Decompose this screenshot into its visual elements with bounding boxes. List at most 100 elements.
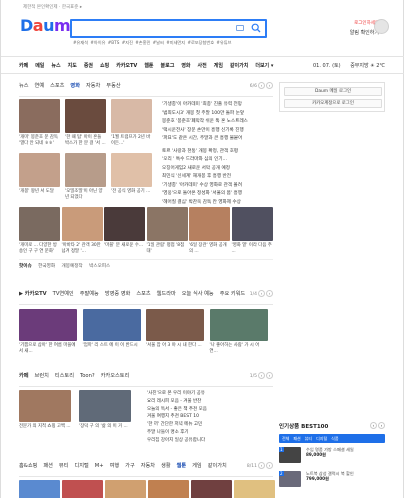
gnb-item[interactable]: 블로그	[161, 63, 175, 69]
gnb-item[interactable]: 카카오TV	[116, 63, 137, 69]
section-tab[interactable]: 카페	[19, 373, 29, 379]
news-caption[interactable]: '6일 장관' 영화 공개 의 ...	[189, 243, 230, 254]
section-tab[interactable]: 웹툰	[177, 463, 187, 469]
section-tab[interactable]: 홈&쇼핑	[19, 463, 37, 469]
news-thumb[interactable]: '1월 트럼프가 2년 바이든...'	[111, 99, 152, 146]
daum-logo[interactable]: Daum	[20, 18, 71, 34]
news-image[interactable]	[104, 207, 145, 241]
news-thumb[interactable]: '개미로 ... 다양한 방송인 구 구 연 문화'	[19, 207, 60, 254]
news-image[interactable]	[111, 99, 152, 133]
gnb-item[interactable]: 지도	[68, 63, 77, 69]
search-button[interactable]	[251, 23, 261, 34]
blog-image[interactable]	[19, 390, 71, 422]
shop-thumb[interactable]	[62, 480, 103, 498]
news-headline[interactable]: '범죄도시3' 개봉 첫 주말 100만 돌파 눈앞	[162, 110, 273, 119]
news-thumb[interactable]: '마블' 분 새로운 수...	[104, 207, 145, 249]
news-headline[interactable]: '파묘'도 같은 시간, 주말과 큰 흥행 불붙어	[162, 135, 273, 144]
kakaotv-logo[interactable]: ▶ 카카오TV	[19, 291, 47, 297]
shop-thumb[interactable]	[191, 480, 232, 498]
weather-widget[interactable]: 중부지방 ☀ 2℃	[350, 63, 385, 69]
news-image[interactable]	[19, 207, 60, 241]
news-caption[interactable]: '아바타 2' 관객 30만 넘겨 정말 '...	[62, 243, 103, 254]
daum-login-button[interactable]: Daum 메일 로그인	[284, 87, 382, 96]
section-tab[interactable]: 부동산	[106, 83, 120, 89]
gnb-item[interactable]: 게임	[214, 63, 223, 69]
blog-post-link[interactable]: 요리 레시피 모음 - 겨울 반찬	[147, 398, 273, 406]
search-hashtags[interactable]: #유재석 #아이유 #BTS #지진 #손흥민 #날씨 #미세먼지 #로또당첨번…	[73, 40, 231, 46]
news-image[interactable]	[146, 207, 188, 241]
section-tab[interactable]: 패션	[43, 463, 53, 469]
tv-image[interactable]	[209, 309, 268, 341]
prev-icon[interactable]: ‹	[258, 462, 265, 469]
tv-caption[interactable]: '기쁨으로 삼아' 한 여름 마을에서 새...	[19, 343, 77, 354]
news-image[interactable]	[65, 99, 106, 133]
tv-caption[interactable]: '엄마' 리 스트 에 이 이 반드시	[83, 343, 141, 349]
login-link[interactable]: 로그인하세요	[319, 20, 379, 26]
blog-post-link[interactable]: '사진'으로 본 우리 이야기 공유	[147, 390, 273, 398]
blog-card[interactable]: '장덕 구 의 '삶 의 이 거 ...	[79, 390, 131, 430]
section-tab[interactable]: 티스토리	[55, 373, 74, 379]
section-tab[interactable]: 주말예능	[80, 291, 99, 297]
gnb-item[interactable]: 메일	[35, 63, 44, 69]
section-tab[interactable]: 뉴스	[19, 83, 29, 89]
section-tab[interactable]: 가구	[125, 463, 135, 469]
product-text[interactable]: 노트북 삼성 갤럭시 북 할인 799,000원	[306, 471, 384, 481]
prev-icon[interactable]: ‹	[370, 422, 377, 429]
section-tab[interactable]: 같이가치	[208, 463, 227, 469]
section-tab[interactable]: 방영중 영화	[105, 291, 131, 297]
news-caption[interactable]: '1일 관람' 평점 '8점대'	[147, 243, 188, 254]
prev-icon[interactable]: ‹	[258, 372, 265, 379]
news-caption[interactable]: '마블' 분 새로운 수...	[104, 243, 145, 249]
section-tab[interactable]: 영화	[70, 83, 80, 89]
prev-icon[interactable]: ‹	[258, 82, 265, 89]
gnb-item[interactable]: 영화	[181, 63, 190, 69]
news-caption[interactable]: '한 때 탑' 아이 흔들 박스가 한 분 걸 '서 ...	[65, 135, 106, 146]
next-icon[interactable]: ›	[266, 82, 273, 89]
blog-post-link[interactable]: 주말 나들이 명소 후기	[147, 429, 273, 437]
news-image[interactable]	[19, 153, 60, 187]
gnb-item[interactable]: 카페	[19, 63, 28, 69]
next-icon[interactable]: ›	[266, 372, 273, 379]
section-tab[interactable]: 여행	[110, 463, 120, 469]
best-item[interactable]: 2 노트북 삼성 갤럭시 북 할인 799,000원	[279, 471, 385, 491]
product-text[interactable]: 수입 명품 가방 스페셜 세일 89,000원	[306, 447, 384, 457]
next-icon[interactable]: ›	[378, 422, 385, 429]
news-caption[interactable]: '개미' 봉준호 문 감독 '열다 안 되네 ㅎㅎ'	[19, 135, 60, 146]
news-image[interactable]	[19, 99, 60, 133]
tv-caption[interactable]: '나 좋아하는 사람' 가 시 어 연...	[210, 343, 268, 354]
blog-caption[interactable]: 전문가 의 지적 쇼핑 고백 ...	[19, 424, 71, 430]
section-tab[interactable]: 주요 키워드	[220, 291, 246, 297]
section-tab[interactable]: 카카오스토리	[101, 373, 130, 379]
best-tab[interactable]: 식품	[331, 436, 338, 441]
blog-caption[interactable]: '장덕 구 의 '삶 의 이 거 ...	[79, 424, 131, 430]
section-tab[interactable]: 오늘 식사 예능	[182, 291, 214, 297]
gnb-item[interactable]: 더보기 ▾	[255, 63, 273, 69]
section-tab[interactable]: 디지털	[74, 463, 88, 469]
news-caption[interactable]: '개미로 ... 다양한 방송인 구 구 연 문화'	[19, 243, 60, 254]
news-thumb[interactable]: '1일 관람' 평점 '8점대'	[146, 207, 188, 254]
tv-card[interactable]: '서울 잡 아 3 야 시 내 한다 ...	[146, 309, 204, 349]
best-tab[interactable]: 전체	[282, 436, 289, 441]
next-icon[interactable]: ›	[266, 290, 273, 297]
section-tab[interactable]: 뷰티	[59, 463, 69, 469]
news-caption[interactable]: '영화 열' 이라 다음 주 ...	[232, 243, 273, 254]
tv-card[interactable]: '엄마' 리 스트 에 이 이 반드시	[82, 309, 141, 349]
best-tab[interactable]: 뷰티	[305, 436, 312, 441]
kakao-login-button[interactable]: 카카오계정으로 로그인	[284, 99, 382, 108]
login-area[interactable]: 로그인하세요 알림 확인하기	[319, 20, 379, 36]
blog-image[interactable]	[79, 390, 131, 422]
section-tab[interactable]: 생활	[161, 463, 171, 469]
gnb-item[interactable]: 증권	[84, 63, 93, 69]
next-icon[interactable]: ›	[266, 462, 273, 469]
section-tab[interactable]: 자동차	[141, 463, 155, 469]
gnb-item[interactable]: 뉴스	[51, 63, 60, 69]
gnb-item[interactable]: 같이가치	[230, 63, 248, 69]
gnb-item[interactable]: 웹툰	[144, 63, 153, 69]
tv-image[interactable]	[19, 309, 77, 341]
hot-tag[interactable]: 한국영화	[38, 264, 55, 269]
news-thumb[interactable]: '전 공식 영화 공기 ...	[111, 153, 152, 195]
blog-post-link[interactable]: 우리집 강아지 일상 공유합니다	[147, 437, 273, 445]
news-headline[interactable]: 최민식 '신세계' 재개봉 후 흥행 반전	[162, 173, 273, 182]
news-headline[interactable]: '영웅'으로 돌아온 정성화 '서울의 봄' 흥행	[162, 190, 273, 199]
section-tab[interactable]: 자동차	[86, 83, 100, 89]
